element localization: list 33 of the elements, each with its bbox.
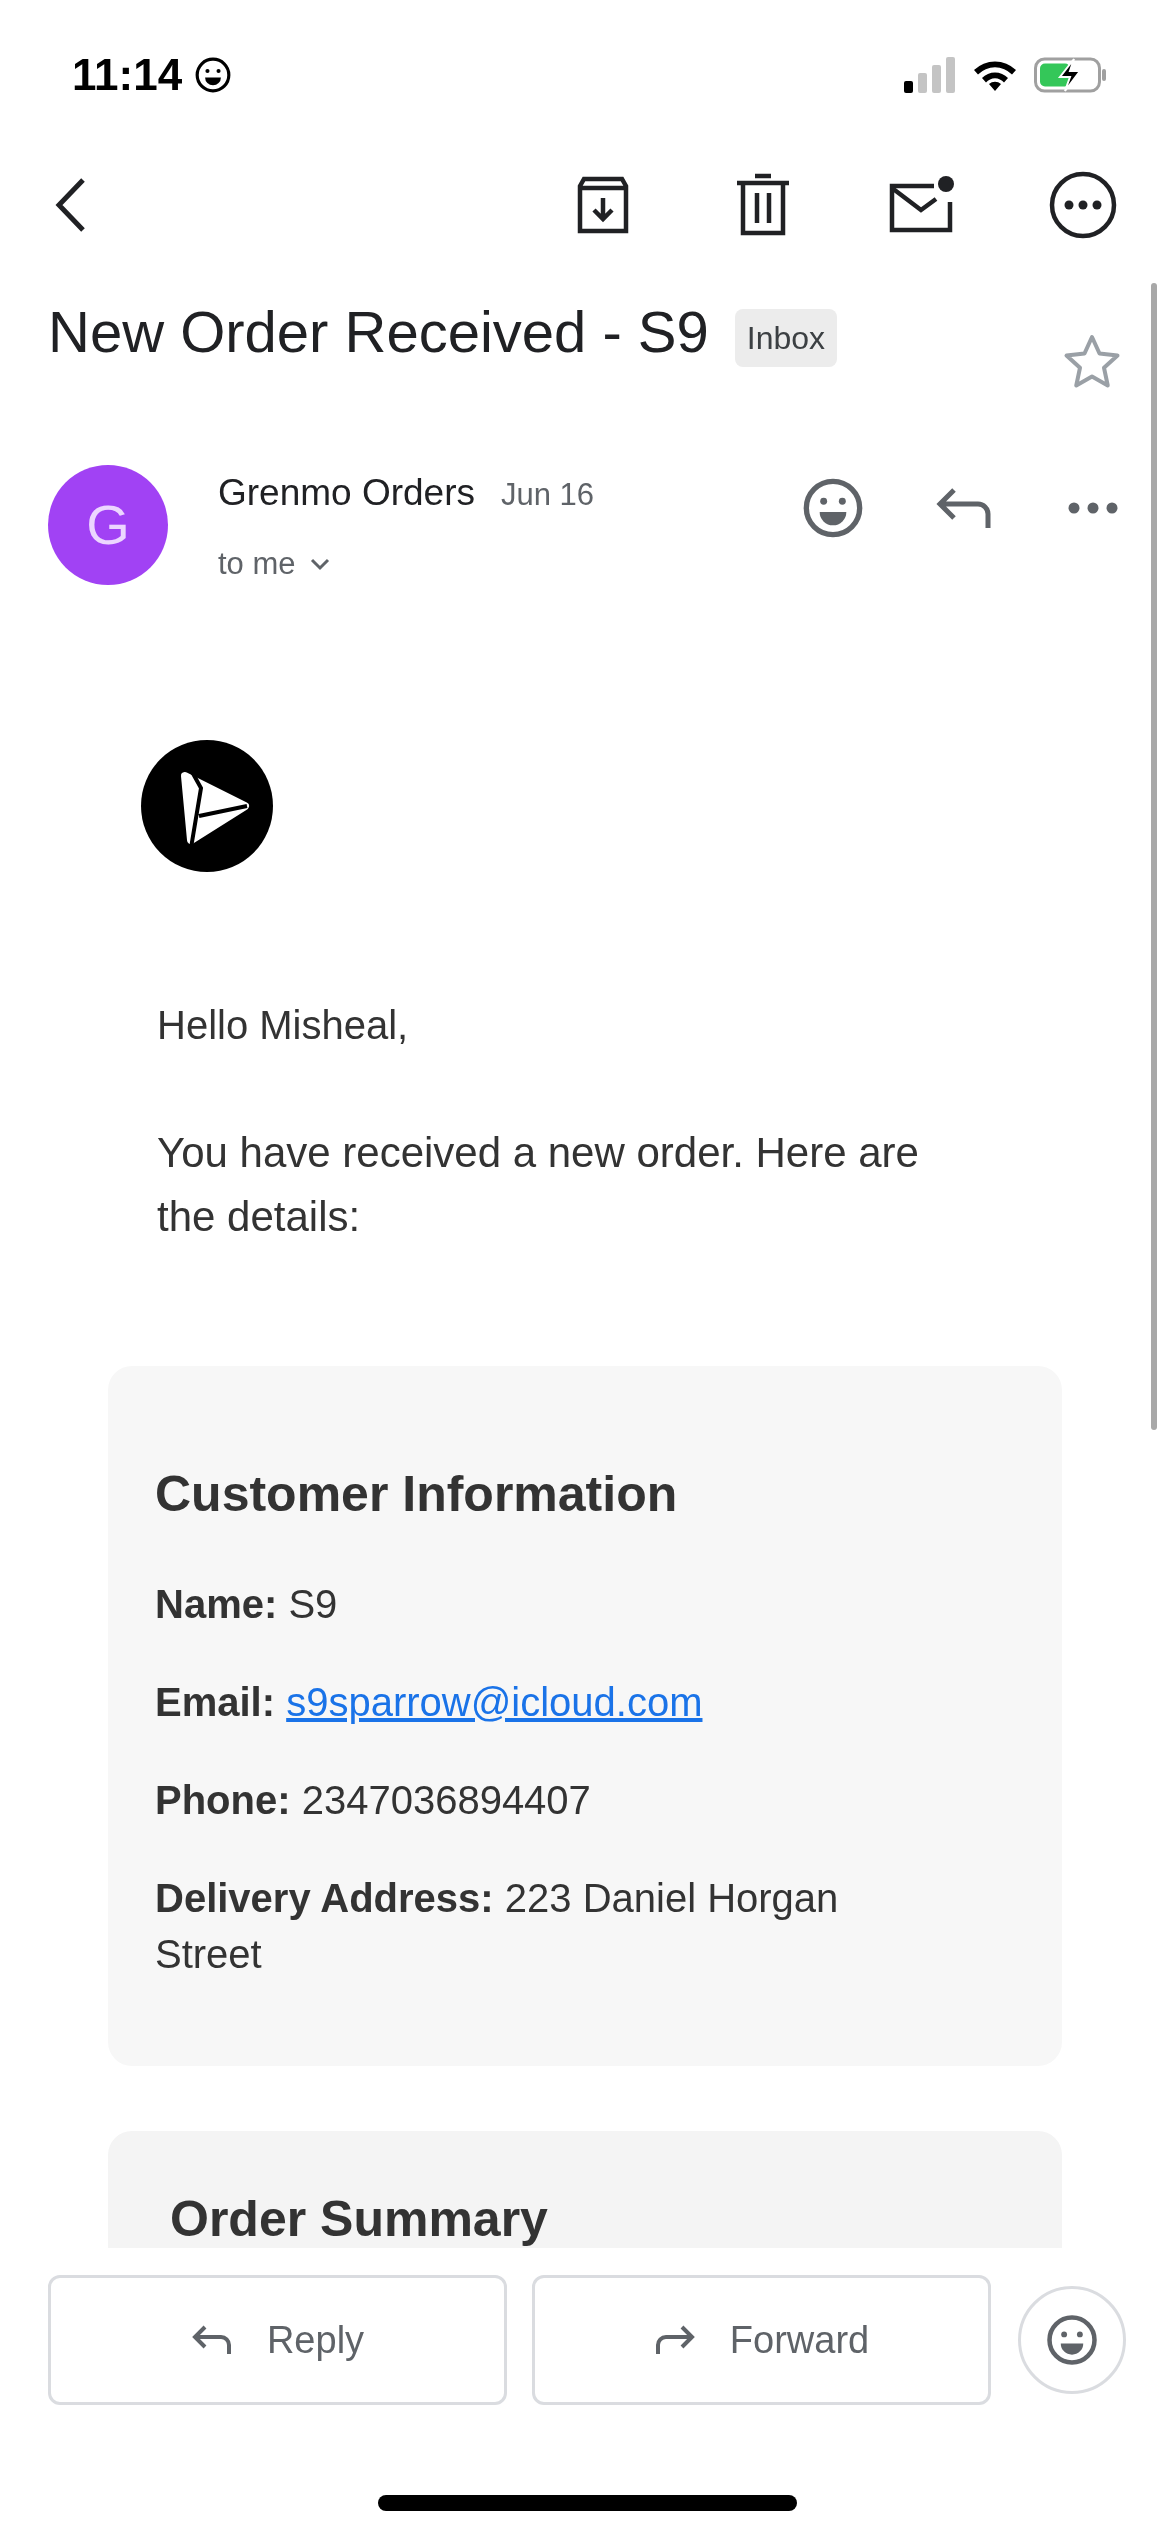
card-heading: Customer Information xyxy=(155,1466,679,1522)
signal-icon xyxy=(904,57,956,93)
star-icon xyxy=(1062,333,1122,391)
smiley-icon xyxy=(801,476,865,540)
reaction-button[interactable] xyxy=(1018,2286,1126,2394)
info-field: Phone: 2347036894407 xyxy=(155,1772,942,1828)
battery-charging-icon xyxy=(1034,57,1108,93)
inbox-label[interactable]: Inbox xyxy=(734,309,838,367)
card-heading: Order Summary xyxy=(170,2191,549,2247)
greeting-text: Hello Misheal, xyxy=(157,1002,410,1049)
sender-name: Grenmo Orders xyxy=(218,471,475,515)
more-icon xyxy=(1049,171,1117,239)
chevron-down-icon xyxy=(309,556,330,571)
recipient-details-button[interactable]: to me xyxy=(218,540,595,587)
email-field: Email: s9sparrow@icloud.com xyxy=(155,1674,942,1730)
trash-icon xyxy=(735,173,791,237)
forward-icon xyxy=(653,2324,696,2356)
reply-icon xyxy=(190,2324,233,2356)
info-field: Delivery Address: 223 Daniel Horgan Street xyxy=(155,1870,942,1982)
smiley-icon xyxy=(194,56,233,94)
info-field: Name: S9 xyxy=(155,1576,942,1632)
back-icon xyxy=(53,176,87,234)
reply-button[interactable]: Reply xyxy=(48,2275,507,2405)
smiley-icon xyxy=(1045,2313,1099,2367)
intro-text: You have received a new order. Here are the details: xyxy=(157,1128,920,1242)
email-date: Jun 16 xyxy=(501,476,595,514)
reply-icon xyxy=(934,486,992,530)
status-time: 11:14 xyxy=(72,49,183,101)
more-icon xyxy=(1068,502,1118,514)
sender-avatar: G xyxy=(48,465,168,585)
forward-button[interactable]: Forward xyxy=(532,2275,991,2405)
email-link[interactable]: s9sparrow@icloud.com xyxy=(286,1680,703,1724)
email-subject: New Order Received - S9 xyxy=(48,298,709,366)
